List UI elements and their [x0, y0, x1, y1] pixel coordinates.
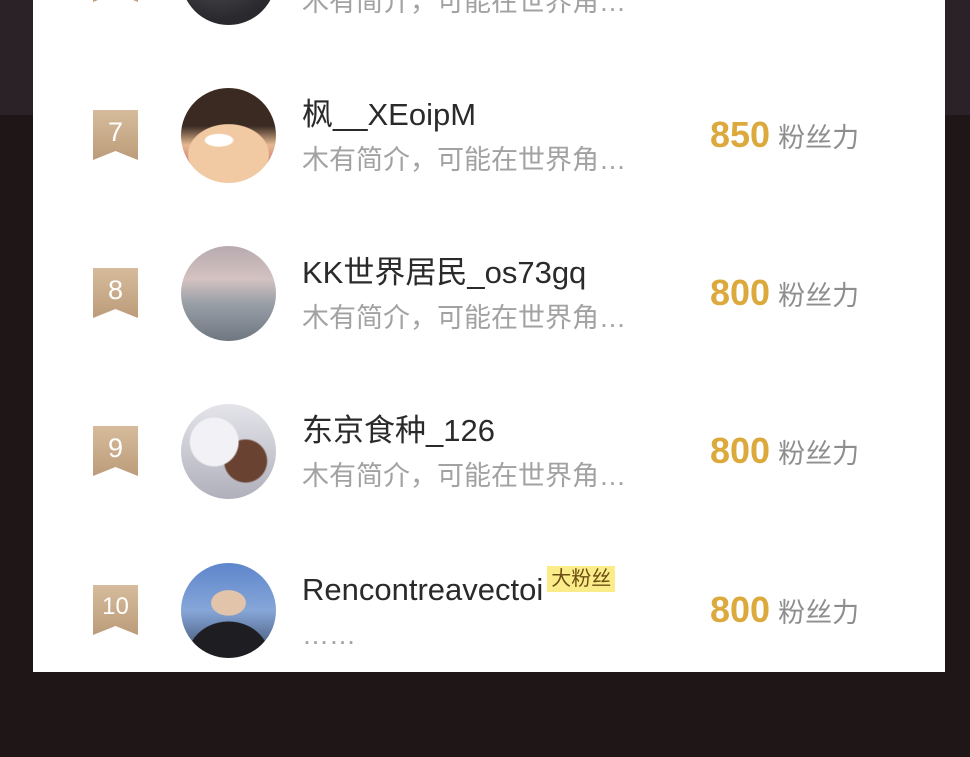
fan-power: 800 粉丝力 — [710, 429, 859, 473]
user-name[interactable]: 枫__XEoipM — [302, 97, 476, 133]
list-item[interactable]: 7 枫__XEoipM 木有简介，可能在世界角… 850 粉丝力 — [33, 88, 945, 183]
avatar[interactable] — [181, 246, 276, 341]
user-intro: 木有简介，可能在世界角… — [302, 0, 626, 17]
big-fan-badge: 大粉丝 — [547, 566, 616, 592]
list-item[interactable]: 木有简介，可能在世界角… — [33, 0, 945, 25]
rank-badge: 7 — [93, 110, 138, 160]
avatar[interactable] — [181, 88, 276, 183]
user-intro: 木有简介，可能在世界角… — [302, 461, 626, 491]
rank-badge: 10 — [93, 585, 138, 635]
list-item[interactable]: 9 东京食种_126 木有简介，可能在世界角… 800 粉丝力 — [33, 404, 945, 499]
fan-ranking-list: 木有简介，可能在世界角… 7 枫__XEoipM 木有简介，可能在世界角… 85… — [33, 0, 945, 672]
avatar[interactable] — [181, 0, 276, 25]
user-name-text: 枫__XEoipM — [302, 97, 477, 132]
user-name[interactable]: KK世界居民_os73gq — [302, 255, 586, 291]
fan-power-unit: 粉丝力 — [778, 439, 860, 469]
rank-badge: 9 — [93, 426, 138, 476]
fan-power: 800 粉丝力 — [710, 271, 859, 315]
fan-power-value: 800 — [710, 430, 771, 471]
fan-power-value: 850 — [710, 114, 771, 155]
user-name-text: 东京食种_126 — [302, 413, 495, 448]
avatar[interactable] — [181, 404, 276, 499]
fan-power-value: 800 — [710, 589, 771, 630]
fan-power: 850 粉丝力 — [710, 113, 859, 157]
list-item[interactable]: 8 KK世界居民_os73gq 木有简介，可能在世界角… 800 粉丝力 — [33, 246, 945, 341]
fan-power-unit: 粉丝力 — [778, 598, 860, 628]
rank-badge — [93, 0, 138, 2]
fan-power-unit: 粉丝力 — [778, 123, 860, 153]
fan-power: 800 粉丝力 — [710, 588, 859, 632]
user-name[interactable]: 东京食种_126 — [302, 413, 495, 449]
user-name-text: Rencontreavectoi — [302, 572, 544, 607]
user-intro: …… — [302, 620, 356, 650]
user-name[interactable]: Rencontreavectoi 大粉丝 — [302, 566, 616, 608]
user-intro: 木有简介，可能在世界角… — [302, 303, 626, 333]
fan-power-unit: 粉丝力 — [778, 281, 860, 311]
rank-badge: 8 — [93, 268, 138, 318]
fan-power-value: 800 — [710, 272, 771, 313]
avatar[interactable] — [181, 563, 276, 658]
list-item[interactable]: 10 Rencontreavectoi 大粉丝 …… 800 粉丝力 — [33, 563, 945, 658]
user-intro: 木有简介，可能在世界角… — [302, 145, 626, 175]
user-name-text: KK世界居民_os73gq — [302, 255, 587, 290]
